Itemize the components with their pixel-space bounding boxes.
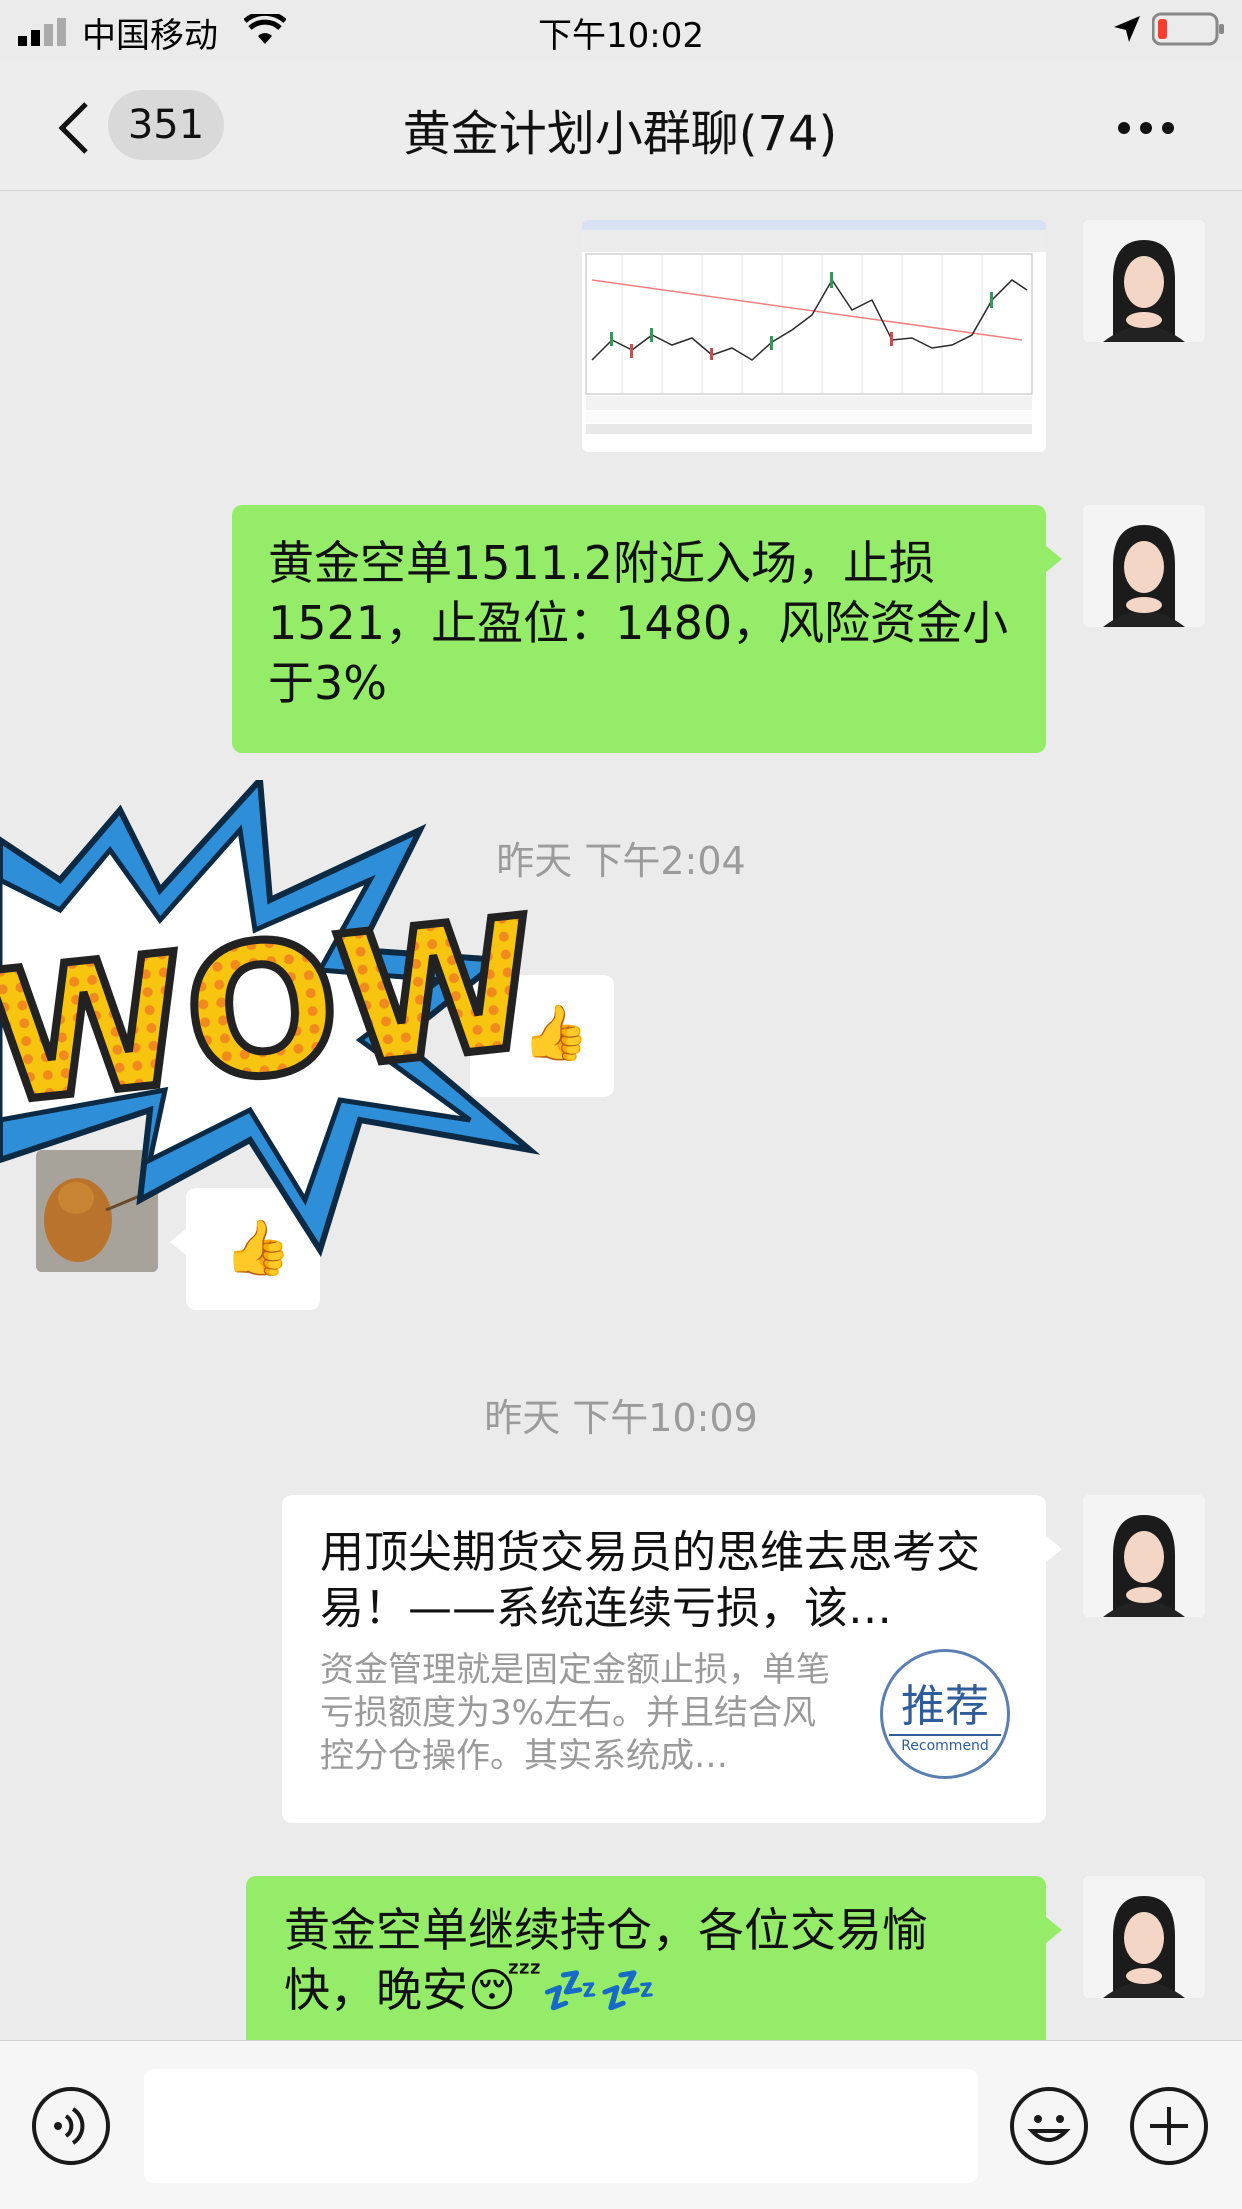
emoji-button[interactable] (1010, 2087, 1088, 2165)
chart-image-message[interactable] (582, 220, 1046, 452)
wow-burst-sticker-icon: WOW! (0, 772, 633, 1258)
chat-input-bar (0, 2040, 1242, 2209)
trading-chart-thumbnail (582, 220, 1046, 452)
bubble-tail (1045, 1916, 1062, 1944)
location-arrow-icon (1114, 16, 1140, 42)
woman-portrait-icon (1083, 1876, 1205, 1998)
bubble-tail (1045, 1535, 1062, 1563)
wow-sticker[interactable]: WOW! (0, 772, 633, 1260)
message-text: 黄金空单1511.2附近入场，止损1521，止盈位：1480，风险资金小于3% (268, 536, 1009, 710)
self-avatar[interactable] (1083, 505, 1205, 627)
article-title: 用顶尖期货交易员的思维去思考交易！——系统连续亏损，该… (320, 1527, 980, 1634)
voice-icon (54, 2107, 85, 2145)
unread-count-badge[interactable]: 351 (108, 90, 224, 160)
recommend-badge-cn: 推荐 (901, 1681, 989, 1732)
bubble-tail (1045, 545, 1062, 573)
recommend-badge-icon: 推荐 Recommend (880, 1649, 1010, 1779)
text-message-bubble[interactable]: 黄金空单1511.2附近入场，止损1521，止盈位：1480，风险资金小于3% (232, 505, 1062, 753)
self-avatar[interactable] (1083, 1495, 1205, 1617)
woman-portrait-icon (1083, 1495, 1205, 1617)
recommend-badge-en: Recommend (889, 1734, 1001, 1754)
chat-title: 黄金计划小群聊(74) (402, 106, 838, 162)
woman-portrait-icon (1083, 505, 1205, 627)
status-bar: 中国移动 下午10:02 (0, 0, 1242, 62)
smiley-icon (1027, 2115, 1071, 2142)
message-text: 黄金空单继续持仓，各位交易愉快，晚安😴💤💤 (284, 1903, 928, 2017)
more-plus-button[interactable] (1130, 2087, 1208, 2165)
self-avatar[interactable] (1083, 220, 1205, 342)
text-message-bubble[interactable]: 黄金空单继续持仓，各位交易愉快，晚安😴💤💤 (246, 1876, 1062, 2040)
status-time: 下午10:02 (538, 16, 704, 56)
message-input[interactable] (144, 2069, 978, 2183)
chat-header: 351 黄金计划小群聊(74) (0, 62, 1242, 191)
plus-icon (1150, 2107, 1188, 2145)
more-options-icon[interactable] (1116, 120, 1176, 136)
battery-icon (1152, 12, 1224, 46)
voice-input-button[interactable] (32, 2087, 110, 2165)
timestamp: 昨天 下午10:09 (484, 1396, 758, 1440)
back-chevron-icon[interactable] (58, 102, 90, 154)
article-description: 资金管理就是固定金额止损，单笔亏损额度为3%左右。并且结合风控分仓操作。其实系统… (320, 1650, 830, 1776)
article-card-message[interactable]: 用顶尖期货交易员的思维去思考交易！——系统连续亏损，该… 资金管理就是固定金额止… (282, 1495, 1062, 1823)
self-avatar[interactable] (1083, 1876, 1205, 1998)
woman-portrait-icon (1083, 220, 1205, 342)
